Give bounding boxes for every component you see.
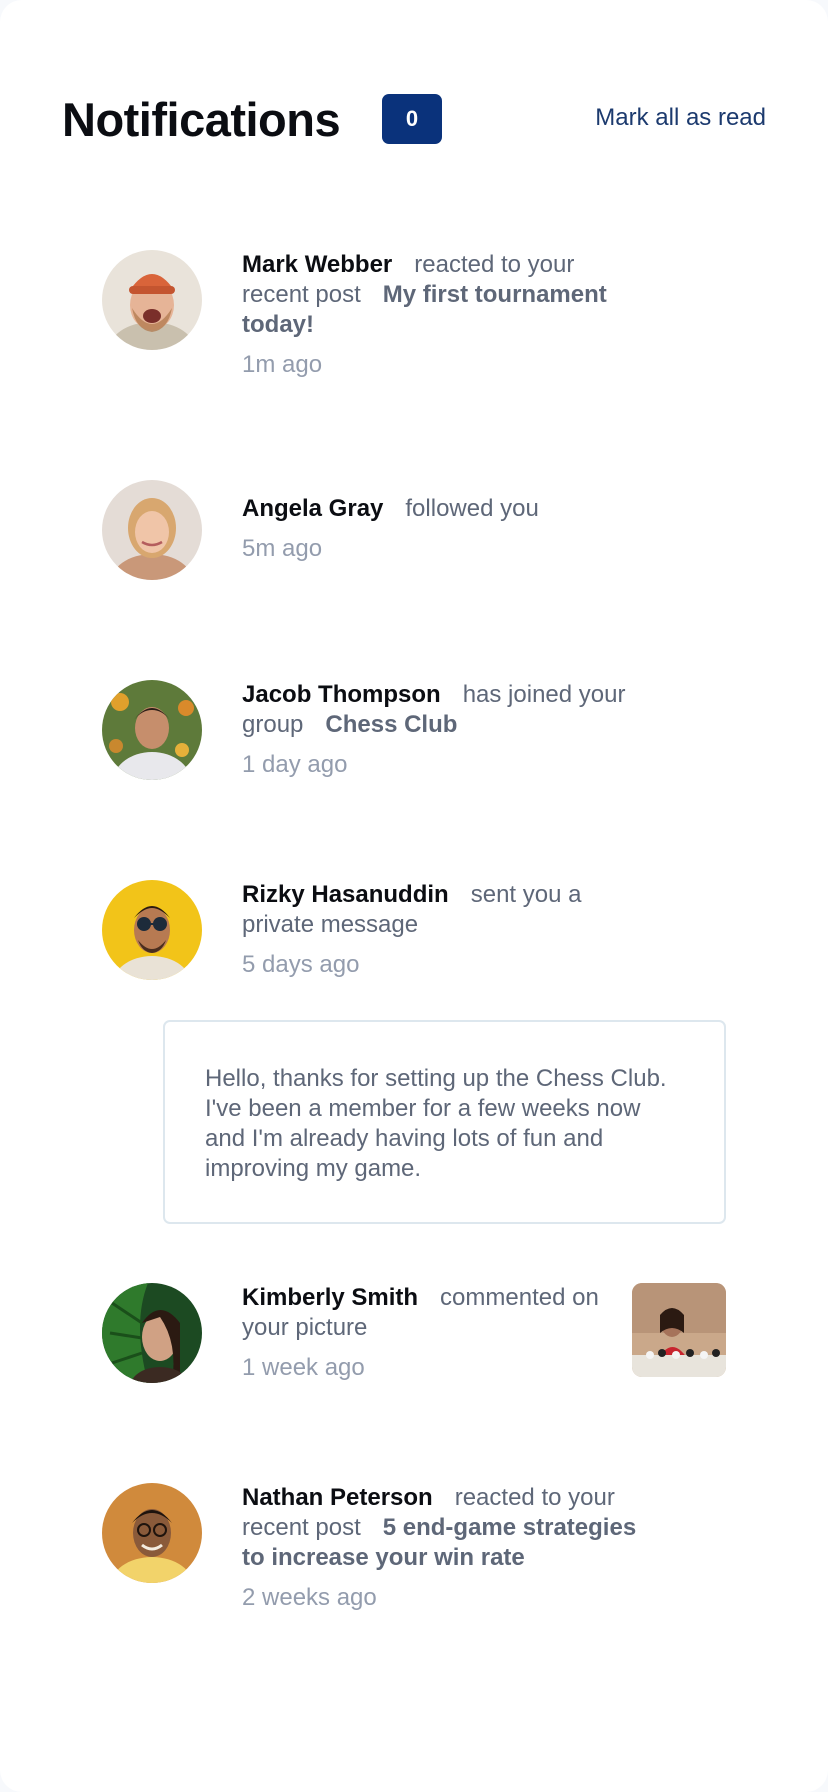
notification-action: followed you bbox=[405, 495, 539, 522]
user-name-link[interactable]: Rizky Hasanuddin bbox=[242, 881, 449, 908]
notification-content: Angela Gray followed you 5m ago bbox=[242, 494, 642, 564]
timestamp: 5 days ago bbox=[242, 951, 360, 978]
timestamp: 5m ago bbox=[242, 535, 323, 562]
user-name-link[interactable]: Kimberly Smith bbox=[242, 1284, 418, 1311]
group-link[interactable]: Chess Club bbox=[325, 711, 457, 738]
header: Notifications 0 Mark all as read bbox=[62, 92, 766, 148]
notification-content: Kimberly Smith commented on your picture … bbox=[242, 1283, 642, 1383]
unread-count-badge: 0 bbox=[382, 94, 442, 144]
avatar-mark-webber[interactable] bbox=[102, 250, 202, 350]
avatar-angela-gray[interactable] bbox=[102, 480, 202, 580]
commented-picture-thumbnail[interactable] bbox=[632, 1283, 726, 1377]
avatar-nathan-peterson[interactable] bbox=[102, 1483, 202, 1583]
timestamp: 1 week ago bbox=[242, 1354, 365, 1381]
user-name-link[interactable]: Nathan Peterson bbox=[242, 1484, 433, 1511]
notification-content: Nathan Peterson reacted to your recent po… bbox=[242, 1483, 642, 1613]
user-name-link[interactable]: Angela Gray bbox=[242, 495, 383, 522]
user-name-link[interactable]: Mark Webber bbox=[242, 251, 392, 278]
avatar-kimberly-smith[interactable] bbox=[102, 1283, 202, 1383]
user-name-link[interactable]: Jacob Thompson bbox=[242, 681, 441, 708]
timestamp: 1 day ago bbox=[242, 751, 348, 778]
page-title: Notifications bbox=[62, 93, 341, 146]
private-message-preview[interactable]: Hello, thanks for setting up the Chess C… bbox=[163, 1020, 726, 1224]
notification-content: Rizky Hasanuddin sent you a private messa… bbox=[242, 880, 642, 980]
notification-content: Jacob Thompson has joined your group Chess… bbox=[242, 680, 642, 780]
notification-content: Mark Webber reacted to your recent post My… bbox=[242, 250, 642, 380]
mark-all-as-read-link[interactable]: Mark all as read bbox=[595, 104, 766, 132]
timestamp: 2 weeks ago bbox=[242, 1584, 377, 1611]
avatar-rizky-hasanuddin[interactable] bbox=[102, 880, 202, 980]
timestamp: 1m ago bbox=[242, 351, 323, 378]
notifications-card: Notifications 0 Mark all as read Mark We… bbox=[0, 0, 828, 1792]
avatar-jacob-thompson[interactable] bbox=[102, 680, 202, 780]
